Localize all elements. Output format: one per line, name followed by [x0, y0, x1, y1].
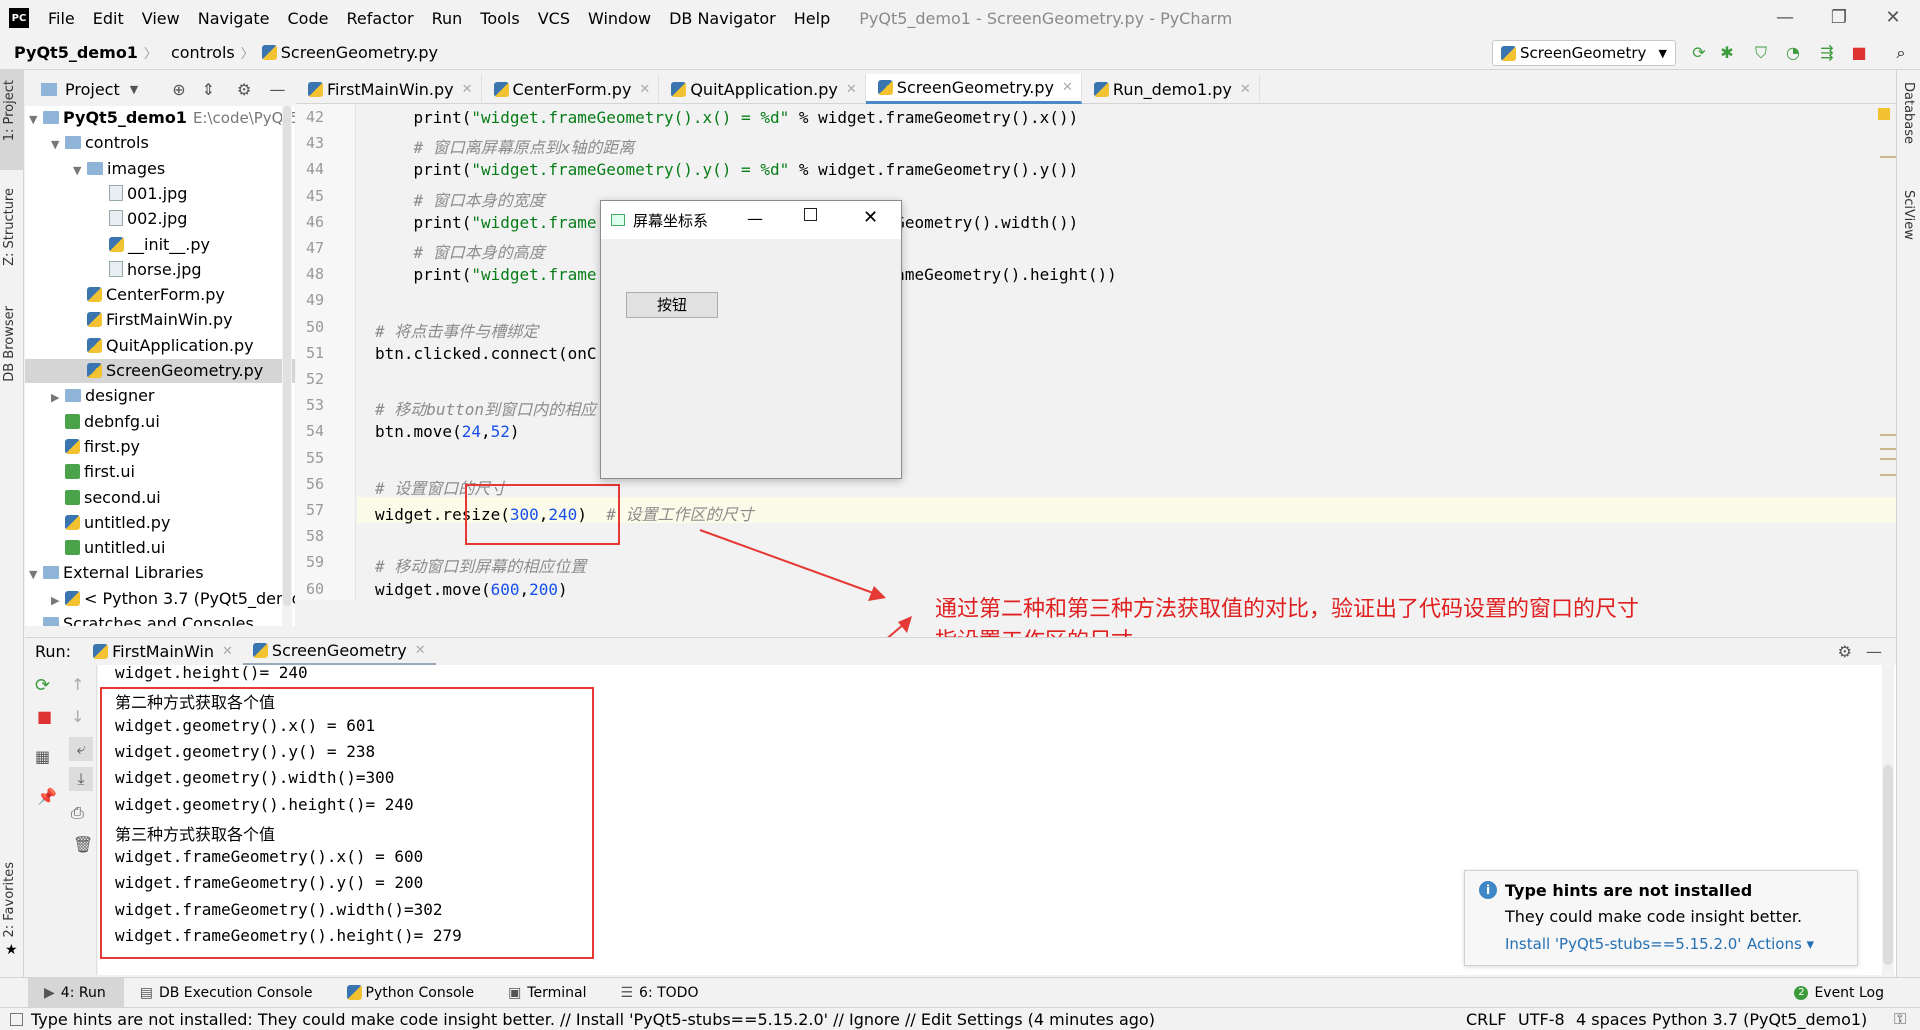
close-tab-icon[interactable]: ✕ — [222, 644, 233, 659]
status-toggle-icon[interactable] — [10, 1012, 23, 1026]
run-panel-header: Run: FirstMainWin ✕ ScreenGeometry ✕ ⚙ — — [25, 637, 1896, 666]
line-separator[interactable]: CRLF — [1466, 1010, 1506, 1029]
run-tab-label: FirstMainWin — [112, 642, 214, 661]
run-icon: ▶ — [44, 984, 55, 1001]
annotation-arrowhead-icon — [868, 586, 886, 601]
console-output-line: widget.height()= 240 — [115, 665, 308, 682]
bottom-tab-db-console[interactable]: ▤ DB Execution Console — [124, 978, 331, 1008]
soft-wrap-icon[interactable]: ⤶ — [69, 737, 93, 761]
event-log-button[interactable]: 2 Event Log — [1794, 985, 1884, 1001]
trash-icon[interactable]: 🗑 — [73, 835, 93, 854]
indent-setting[interactable]: 4 spaces — [1576, 1010, 1647, 1029]
close-tab-icon[interactable]: ✕ — [415, 643, 426, 658]
bottom-tab-label: 4: Run — [60, 984, 106, 1001]
python-file-icon — [93, 644, 109, 659]
bottom-tab-label: Python Console — [365, 984, 475, 1001]
event-log-label: Event Log — [1814, 984, 1884, 1001]
bottom-tab-terminal[interactable]: ▣ Terminal — [492, 978, 604, 1008]
print-icon[interactable]: ⎙ — [71, 803, 84, 823]
arrow-up-icon[interactable]: ↑ — [71, 675, 84, 694]
file-encoding[interactable]: UTF-8 — [1518, 1010, 1565, 1029]
lock-icon[interactable]: ⚿ — [1894, 1009, 1906, 1029]
arrow-down-icon[interactable]: ↓ — [71, 707, 84, 726]
bottom-tab-label: Terminal — [527, 984, 587, 1001]
hide-panel-icon[interactable]: — — [1866, 642, 1882, 661]
bottom-tool-tabs: ▶ 4: Run ▤ DB Execution Console Python C… — [0, 977, 1920, 1008]
status-bar: Type hints are not installed: They could… — [0, 1007, 1920, 1030]
interpreter[interactable]: Python 3.7 (PyQt5_demo1) — [1652, 1010, 1867, 1029]
run-tab-firstmainwin[interactable]: FirstMainWin ✕ — [83, 638, 243, 666]
gear-icon[interactable]: ⚙ — [1838, 642, 1852, 661]
bottom-tab-todo[interactable]: ☰ 6: TODO — [604, 978, 716, 1008]
todo-icon: ☰ — [620, 984, 634, 1001]
annotation-arrowhead-icon — [898, 616, 912, 633]
stop-icon[interactable]: ■ — [37, 707, 52, 726]
highlight-box-console — [100, 687, 594, 959]
python-file-icon — [252, 642, 268, 658]
notification-balloon: i Type hints are not installed They coul… — [1464, 870, 1858, 966]
annotation-arrow-line — [699, 529, 877, 595]
notification-title: Type hints are not installed — [1505, 881, 1753, 900]
notification-body: They could make code insight better. — [1505, 907, 1803, 926]
info-icon: i — [1479, 881, 1497, 899]
run-toolbar: ⟳ ■ ▦ 📌 ↑ ↓ ⤶ ⤓ ⎙ 🗑 — [25, 665, 97, 975]
rerun-icon[interactable]: ⟳ — [35, 675, 50, 696]
annotation-line-1: 通过第二种和第三种方法获取值的对比，验证出了代码设置的窗口的尺寸 — [935, 597, 1640, 622]
db-console-icon: ▤ — [139, 984, 153, 1001]
terminal-icon: ▣ — [508, 984, 522, 1001]
bottom-tab-run[interactable]: ▶ 4: Run — [28, 977, 124, 1008]
layout-icon[interactable]: ▦ — [35, 747, 50, 766]
console-scrollbar-thumb[interactable] — [1883, 765, 1893, 965]
status-message[interactable]: Type hints are not installed: They could… — [31, 1010, 1155, 1029]
run-tab-screengeometry[interactable]: ScreenGeometry ✕ — [242, 638, 436, 666]
python-console-icon — [346, 985, 362, 1000]
scroll-to-end-icon[interactable]: ⤓ — [69, 767, 93, 791]
event-log-count: 2 — [1794, 985, 1809, 1000]
install-stubs-link[interactable]: Install 'PyQt5-stubs==5.15.2.0' — [1505, 935, 1741, 953]
notification-actions-link[interactable]: Actions ▾ — [1747, 935, 1814, 953]
bottom-tab-label: 6: TODO — [639, 984, 699, 1001]
pin-icon[interactable]: 📌 — [37, 787, 57, 806]
console-scrollbar[interactable] — [1882, 665, 1894, 975]
bottom-tab-python-console[interactable]: Python Console — [331, 978, 493, 1008]
bottom-tab-label: DB Execution Console — [158, 984, 313, 1001]
run-panel-label: Run: — [35, 642, 72, 661]
run-tab-label: ScreenGeometry — [271, 640, 407, 660]
